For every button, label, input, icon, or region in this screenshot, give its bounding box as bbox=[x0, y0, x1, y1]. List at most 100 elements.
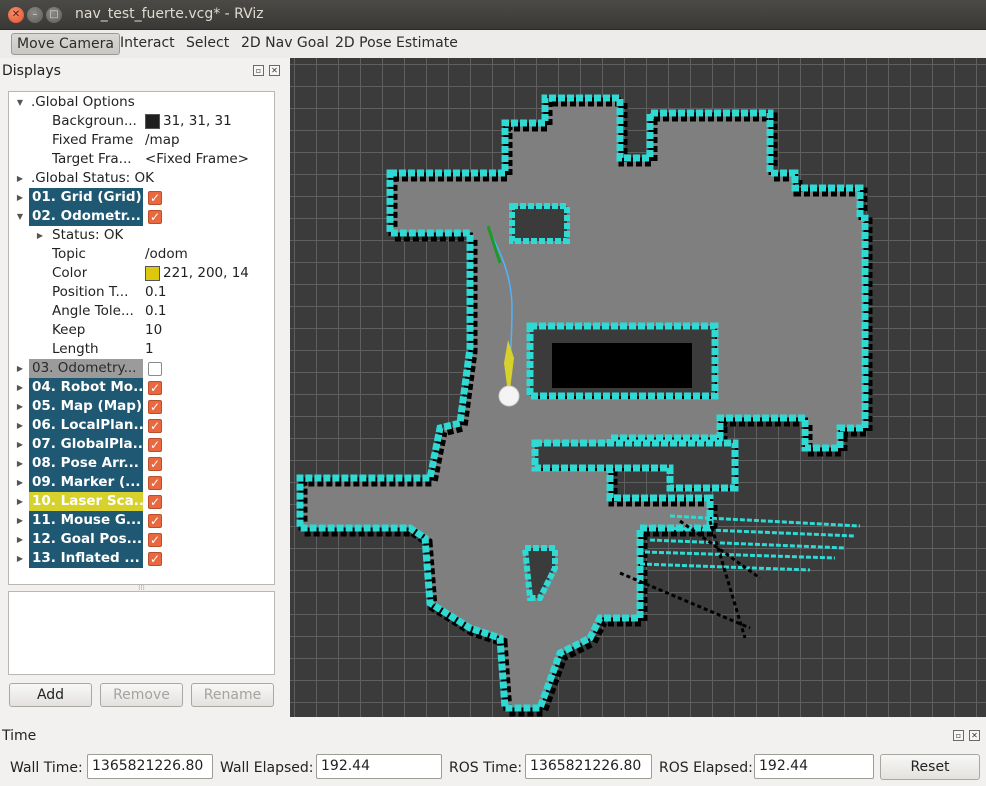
tree-row-fixed-frame[interactable]: Fixed Frame /map bbox=[9, 131, 274, 150]
collapse-arrow-icon[interactable]: ▼ bbox=[15, 207, 25, 226]
expand-arrow-icon[interactable]: ▶ bbox=[15, 549, 25, 568]
remove-display-button[interactable]: Remove bbox=[100, 683, 183, 707]
expand-arrow-icon[interactable]: ▶ bbox=[35, 226, 45, 245]
map-render[interactable] bbox=[290, 58, 986, 717]
display-row[interactable]: ▶ 12. Goal Pos... bbox=[9, 530, 274, 550]
display-row[interactable]: ▶ 10. Laser Sca... bbox=[9, 492, 274, 512]
display-label[interactable]: 08. Pose Arr... bbox=[29, 454, 143, 473]
expand-arrow-icon[interactable]: ▶ bbox=[15, 511, 25, 530]
display-row[interactable]: ▶ 06. LocalPlan... bbox=[9, 416, 274, 436]
display-enabled-checkbox[interactable] bbox=[148, 474, 162, 493]
expand-arrow-icon[interactable]: ▶ bbox=[15, 378, 25, 397]
tree-row-color[interactable]: Color 221, 200, 14 bbox=[9, 264, 274, 283]
property-value[interactable]: /odom bbox=[145, 245, 188, 264]
display-row[interactable]: ▶ 09. Marker (... bbox=[9, 473, 274, 493]
wall-elapsed-field[interactable]: 192.44 bbox=[316, 754, 442, 779]
tree-row-length[interactable]: Length 1 bbox=[9, 340, 274, 359]
display-row[interactable]: ▶ 05. Map (Map) bbox=[9, 397, 274, 417]
display-label[interactable]: 07. GlobalPla... bbox=[29, 435, 143, 454]
display-enabled-checkbox[interactable] bbox=[148, 531, 162, 550]
close-panel-icon[interactable]: ✕ bbox=[269, 65, 280, 76]
display-label[interactable]: 02. Odometr... bbox=[29, 207, 143, 226]
render-viewport[interactable] bbox=[290, 58, 986, 717]
close-panel-icon[interactable]: ✕ bbox=[969, 730, 980, 741]
property-value[interactable]: 0.1 bbox=[145, 302, 166, 321]
displays-tree[interactable]: ▼ .Global Options Backgroun... 31, 31, 3… bbox=[8, 91, 275, 585]
property-value[interactable]: <Fixed Frame> bbox=[145, 150, 249, 169]
tree-row-position-tolerance[interactable]: Position T... 0.1 bbox=[9, 283, 274, 302]
display-label[interactable]: 05. Map (Map) bbox=[29, 397, 143, 416]
tree-row-global-options[interactable]: ▼ .Global Options bbox=[9, 93, 274, 112]
undock-icon[interactable]: ▫ bbox=[953, 730, 964, 741]
minimize-window-button[interactable]: – bbox=[27, 7, 43, 23]
display-enabled-checkbox[interactable] bbox=[148, 512, 162, 531]
display-row[interactable]: ▶ 01. Grid (Grid) bbox=[9, 188, 274, 208]
display-enabled-checkbox[interactable] bbox=[148, 417, 162, 436]
display-enabled-checkbox[interactable] bbox=[148, 436, 162, 455]
display-enabled-checkbox[interactable] bbox=[148, 362, 162, 376]
reset-button[interactable]: Reset bbox=[880, 754, 980, 780]
expand-arrow-icon[interactable]: ▶ bbox=[15, 492, 25, 511]
tree-row-odometry-status[interactable]: ▶ Status: OK bbox=[9, 226, 274, 245]
display-enabled-checkbox[interactable] bbox=[148, 379, 162, 398]
expand-arrow-icon[interactable]: ▶ bbox=[15, 454, 25, 473]
property-value[interactable]: /map bbox=[145, 131, 180, 150]
display-enabled-checkbox[interactable] bbox=[148, 493, 162, 512]
display-label[interactable]: 04. Robot Mo... bbox=[29, 378, 143, 397]
tree-row-background[interactable]: Backgroun... 31, 31, 31 bbox=[9, 112, 274, 131]
property-value[interactable]: 10 bbox=[145, 321, 162, 340]
background-color-swatch[interactable] bbox=[145, 114, 160, 129]
ros-elapsed-field[interactable]: 192.44 bbox=[754, 754, 874, 779]
display-enabled-checkbox[interactable] bbox=[148, 398, 162, 417]
display-label[interactable]: 12. Goal Pos... bbox=[29, 530, 143, 549]
expand-arrow-icon[interactable]: ▶ bbox=[15, 397, 25, 416]
display-enabled-checkbox[interactable] bbox=[148, 208, 162, 227]
display-row[interactable]: ▶ 03. Odometry... bbox=[9, 359, 274, 378]
display-label[interactable]: 03. Odometry... bbox=[29, 359, 143, 378]
tool-move-camera[interactable]: Move Camera bbox=[11, 33, 120, 55]
display-label[interactable]: 10. Laser Sca... bbox=[29, 492, 143, 511]
display-label[interactable]: 11. Mouse G... bbox=[29, 511, 143, 530]
wall-time-field[interactable]: 1365821226.80 bbox=[87, 754, 213, 779]
display-row[interactable]: ▶ 11. Mouse G... bbox=[9, 511, 274, 531]
expand-arrow-icon[interactable]: ▶ bbox=[15, 435, 25, 454]
display-enabled-checkbox[interactable] bbox=[148, 189, 162, 208]
add-display-button[interactable]: Add bbox=[9, 683, 92, 707]
tool-2d-nav-goal[interactable]: 2D Nav Goal bbox=[236, 33, 334, 55]
tree-row-angle-tolerance[interactable]: Angle Tole... 0.1 bbox=[9, 302, 274, 321]
display-enabled-checkbox[interactable] bbox=[148, 550, 162, 569]
expand-arrow-icon[interactable]: ▶ bbox=[15, 169, 25, 188]
maximize-window-button[interactable]: □ bbox=[46, 7, 62, 23]
expand-arrow-icon[interactable]: ▶ bbox=[15, 188, 25, 207]
display-enabled-checkbox[interactable] bbox=[148, 455, 162, 474]
tool-select[interactable]: Select bbox=[181, 33, 234, 55]
tree-row-topic[interactable]: Topic /odom bbox=[9, 245, 274, 264]
display-row[interactable]: ▶ 07. GlobalPla... bbox=[9, 435, 274, 455]
expand-arrow-icon[interactable]: ▶ bbox=[15, 416, 25, 435]
property-value[interactable]: 0.1 bbox=[145, 283, 166, 302]
display-label[interactable]: 01. Grid (Grid) bbox=[29, 188, 143, 207]
tree-row-target-frame[interactable]: Target Fra... <Fixed Frame> bbox=[9, 150, 274, 169]
odometry-color-swatch[interactable] bbox=[145, 266, 160, 281]
display-row[interactable]: ▼ 02. Odometr... bbox=[9, 207, 274, 227]
expand-arrow-icon[interactable]: ▶ bbox=[15, 359, 25, 378]
display-label[interactable]: 06. LocalPlan... bbox=[29, 416, 143, 435]
ros-time-field[interactable]: 1365821226.80 bbox=[525, 754, 652, 779]
rename-display-button[interactable]: Rename bbox=[191, 683, 274, 707]
display-row[interactable]: ▶ 08. Pose Arr... bbox=[9, 454, 274, 474]
property-value[interactable]: 1 bbox=[145, 340, 154, 359]
expand-arrow-icon[interactable]: ▶ bbox=[15, 473, 25, 492]
expand-arrow-icon[interactable]: ▶ bbox=[15, 530, 25, 549]
close-window-button[interactable]: ✕ bbox=[8, 7, 24, 23]
undock-icon[interactable]: ▫ bbox=[253, 65, 264, 76]
tool-2d-pose-estimate[interactable]: 2D Pose Estimate bbox=[330, 33, 463, 55]
display-row[interactable]: ▶ 04. Robot Mo... bbox=[9, 378, 274, 398]
property-label: Length bbox=[52, 341, 99, 357]
display-label[interactable]: 13. Inflated ... bbox=[29, 549, 143, 568]
tool-interact[interactable]: Interact bbox=[115, 33, 180, 55]
tree-row-keep[interactable]: Keep 10 bbox=[9, 321, 274, 340]
display-label[interactable]: 09. Marker (... bbox=[29, 473, 143, 492]
tree-row-global-status[interactable]: ▶ .Global Status: OK bbox=[9, 169, 274, 188]
collapse-arrow-icon[interactable]: ▼ bbox=[15, 93, 25, 112]
display-row[interactable]: ▶ 13. Inflated ... bbox=[9, 549, 274, 569]
